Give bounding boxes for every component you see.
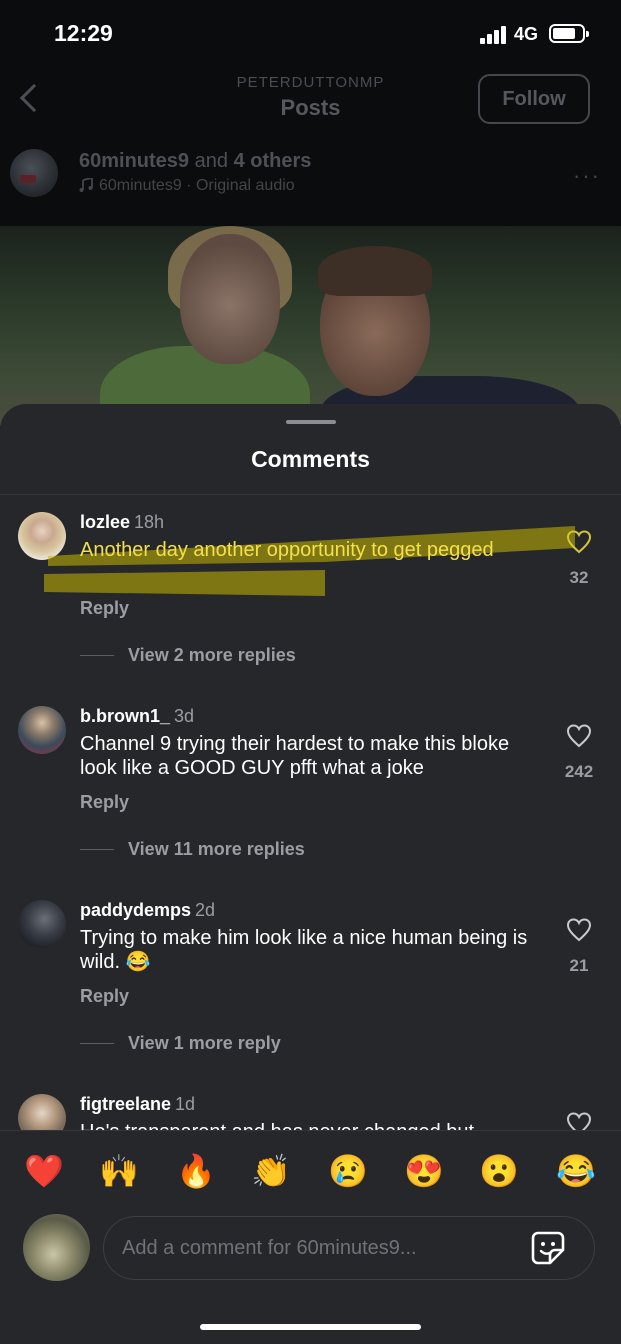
follow-button[interactable]: Follow	[478, 74, 590, 124]
like-count: 21	[569, 956, 589, 975]
more-options-icon[interactable]: ···	[573, 163, 601, 189]
username[interactable]: lozlee	[80, 512, 130, 532]
reply-button[interactable]: Reply	[80, 986, 129, 1007]
sticker-icon[interactable]	[530, 1230, 566, 1266]
comment-username[interactable]: figtreelane 1d	[80, 1094, 195, 1115]
comment-item: lozlee 18h Another day another opportunit…	[0, 502, 621, 692]
comment-username[interactable]: lozlee 18h	[80, 512, 164, 533]
comment-text: Another day another opportunity to get p…	[80, 539, 494, 561]
comment-text: Trying to make him look like a nice huma…	[80, 927, 528, 973]
post-meta: 60minutes9 and 4 others 60minutes9 · Ori…	[0, 145, 621, 205]
view-replies-button[interactable]: View 1 more reply	[80, 1033, 281, 1054]
heart-icon[interactable]	[566, 724, 592, 748]
comment-text: He's transparent and has never changed b…	[80, 1120, 530, 1130]
like-count: 242	[564, 762, 594, 781]
comment-username[interactable]: b.brown1_ 3d	[80, 706, 194, 727]
view-replies-label: View 2 more replies	[128, 645, 296, 665]
comment-avatar[interactable]	[18, 900, 66, 948]
comment-avatar[interactable]	[18, 512, 66, 560]
fire-emoji-icon[interactable]: 🔥	[174, 1149, 218, 1193]
heart-icon[interactable]	[566, 1112, 592, 1130]
crying-emoji-icon[interactable]: 😢	[326, 1149, 370, 1193]
laughing-emoji-icon[interactable]: 😂	[554, 1149, 598, 1193]
view-replies-label: View 1 more reply	[128, 1033, 281, 1053]
my-avatar	[23, 1214, 90, 1281]
username[interactable]: b.brown1_	[80, 706, 170, 726]
view-replies-label: View 11 more replies	[128, 839, 305, 859]
red-heart-emoji-icon[interactable]: ❤️	[22, 1149, 66, 1193]
author-avatar[interactable]	[10, 149, 58, 197]
comment-username[interactable]: paddydemps 2d	[80, 900, 215, 921]
comment-age: 3d	[174, 706, 195, 726]
username[interactable]: paddydemps	[80, 900, 191, 920]
reaction-bar: ❤️ 🙌 🔥 👏 😢 😍 😮 😂	[0, 1130, 621, 1208]
music-note-icon	[79, 178, 93, 192]
comment-item: paddydemps 2d Trying to make him look lik…	[0, 890, 621, 1080]
comment-item: b.brown1_ 3d Channel 9 trying their harde…	[0, 696, 621, 886]
comment-avatar[interactable]	[18, 1094, 66, 1130]
reply-button[interactable]: Reply	[80, 598, 129, 619]
status-bar: 12:29 4G	[0, 0, 621, 70]
divider	[0, 494, 621, 495]
audio-info[interactable]: 60minutes9 · Original audio	[79, 176, 295, 195]
comment-input[interactable]: Add a comment for 60minutes9...	[103, 1216, 595, 1280]
signal-icon	[480, 26, 508, 44]
view-replies-button[interactable]: View 2 more replies	[80, 645, 296, 666]
sheet-title: Comments	[251, 446, 370, 472]
post-authors[interactable]: 60minutes9 and 4 others	[79, 150, 311, 173]
drag-handle[interactable]	[286, 420, 336, 424]
clapping-emoji-icon[interactable]: 👏	[249, 1149, 293, 1193]
username[interactable]: figtreelane	[80, 1094, 171, 1114]
battery-icon	[549, 24, 589, 43]
comment-age: 18h	[134, 512, 165, 532]
comment-avatar[interactable]	[18, 706, 66, 754]
heart-icon[interactable]	[566, 530, 592, 554]
comment-input-placeholder: Add a comment for 60minutes9...	[122, 1237, 417, 1259]
author-name[interactable]: 60minutes9	[79, 150, 189, 172]
home-indicator[interactable]	[200, 1324, 421, 1330]
heart-eyes-emoji-icon[interactable]: 😍	[402, 1149, 446, 1193]
comment-age: 1d	[175, 1094, 196, 1114]
authors-joiner: and	[194, 150, 228, 172]
view-replies-button[interactable]: View 11 more replies	[80, 839, 305, 860]
like-count: 32	[569, 568, 589, 587]
post-header: PETERDUTTONMP Posts Follow	[0, 70, 621, 130]
comments-list[interactable]: lozlee 18h Another day another opportunit…	[0, 502, 621, 1130]
reply-button[interactable]: Reply	[80, 792, 129, 813]
audio-label: 60minutes9 · Original audio	[99, 177, 295, 194]
comments-sheet: Comments lozlee 18h Another day another o…	[0, 404, 621, 1344]
others-link[interactable]: 4 others	[234, 150, 312, 172]
post-image	[0, 226, 621, 426]
heart-icon[interactable]	[566, 918, 592, 942]
clock: 12:29	[54, 20, 113, 46]
comment-item: figtreelane1d He's transparent and has n…	[0, 1084, 621, 1130]
raising-hands-emoji-icon[interactable]: 🙌	[97, 1149, 141, 1193]
comment-age: 2d	[195, 900, 216, 920]
comment-text: Channel 9 trying their hardest to make t…	[80, 733, 510, 779]
surprised-emoji-icon[interactable]: 😮	[477, 1149, 521, 1193]
network-label: 4G	[514, 24, 539, 44]
